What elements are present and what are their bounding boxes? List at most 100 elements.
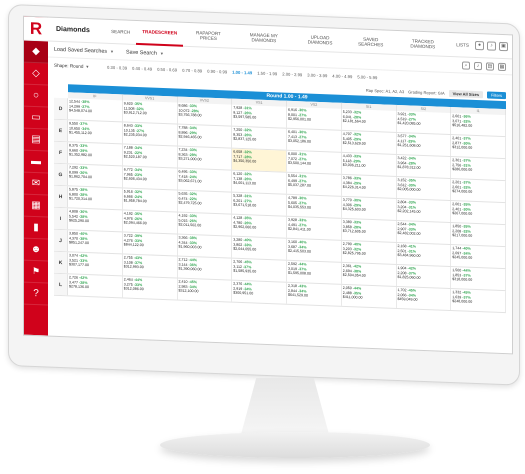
grid-cell[interactable]: 12,544 -38% 14,299 -27% $4,548,074.00 (68, 98, 123, 122)
user-icon[interactable]: ● (475, 40, 484, 51)
grid-cell[interactable]: 2,592 -44% 3,019 -37% $1,595,008.00 (287, 260, 342, 284)
shape-select[interactable]: Shape: Round ▼ (54, 62, 102, 69)
view-all-sizes-button[interactable]: View All Sizes (448, 89, 484, 98)
nav-lists[interactable]: LISTS (450, 32, 475, 57)
size-range[interactable]: 5.00 - 5.99 (357, 74, 377, 80)
size-range[interactable]: 0.50 - 0.69 (157, 66, 177, 72)
grid-cell[interactable]: 1,850 -35% 2,208 -32% $217,000.00 (451, 223, 506, 247)
diamond-icon[interactable]: ◆ (24, 40, 48, 64)
mail-icon[interactable]: ✉ (24, 172, 48, 196)
grid-cell[interactable]: 4,808 -36% 5,542 -28% $625,290.00 (68, 208, 123, 232)
grid-cell[interactable]: 9,620 -35% 11,508 -32% $3,912,712.00 (122, 100, 178, 124)
grid-cell[interactable]: 3,577 -34% 4,117 -29% $1,251,608.00 (396, 132, 452, 157)
grid-cell[interactable]: 2,318 -43% 2,844 -34% $641,529.00 (287, 282, 342, 306)
grid-cell[interactable]: 6,916 -30% 8,001 -27% $2,956,001.00 (287, 106, 342, 130)
grid-cell[interactable]: 1,904 -42% 2,208 -37% $1,825,060.00 (396, 264, 452, 289)
grid-cell[interactable]: 4,192 -33% 5,015 -26% $2,011,502.00 (177, 212, 233, 236)
nav-rapaport-prices[interactable]: RAPAPORT PRICES (183, 22, 234, 48)
grid-cell[interactable]: 2,001 -35% 2,401 -30% $267,000.00 (451, 201, 506, 225)
size-range[interactable]: 3.00 - 3.99 (307, 72, 327, 78)
grid-cell[interactable]: 2,706 -45% 3,112 -37% $1,585,935.00 (232, 258, 287, 282)
grid-cell[interactable]: 4,707 -32% 5,405 -29% $2,513,629.00 (341, 130, 397, 154)
grid-cell[interactable]: 2,361 -42% 2,694 -38% $2,504,054.00 (341, 262, 397, 286)
grid-cell[interactable]: 2,544 -34% 2,907 -33% $2,482,002.00 (396, 220, 452, 245)
grid-cell[interactable]: 3,850 -40% 4,370 -38% $851,247.00 (68, 230, 123, 254)
grid-cell[interactable]: 7,788 -34% 8,896 -29% $2,946,465.00 (177, 124, 233, 148)
nav-manage-my-diamonds[interactable]: MANAGE MY DIAMONDS (234, 24, 294, 50)
grid-cell[interactable]: 6,772 -34% 7,965 -23% $2,606,434.00 (122, 166, 178, 190)
book-icon[interactable]: ▮ (24, 216, 48, 240)
grid-cell[interactable]: 7,188 -34% 9,231 -22% $2,520,187.00 (122, 144, 178, 168)
calculator-icon[interactable]: ▦ (498, 62, 506, 71)
filters-button[interactable]: Filters (487, 90, 506, 99)
grid-cell[interactable]: 3,928 -33% 4,491 -27% $2,841,411.00 (287, 216, 342, 240)
grid-cell[interactable]: 7,250 -32% 8,353 -26% $2,837,125.00 (232, 126, 287, 150)
grid-cell[interactable]: 5,635 -32% 6,474 -22% $2,479,725.00 (177, 190, 233, 214)
grid-cell[interactable]: 2,726 -42% 3,477 -28% $278,136.00 (68, 274, 123, 298)
search-icon[interactable]: ⌕ (462, 60, 470, 70)
grid-cell[interactable]: 2,301 -37% 2,756 -31% $286,000.00 (451, 157, 506, 181)
size-range[interactable]: 0.40 - 0.49 (132, 65, 152, 71)
grid-cell[interactable]: 4,789 -30% 5,605 -27% $4,035,553.00 (287, 194, 342, 218)
truck-icon[interactable]: ▬ (24, 150, 48, 174)
grid-cell[interactable]: 3,074 -42% 3,521 -33% $307,177.00 (68, 252, 123, 276)
grid-cell[interactable]: 2,790 -40% 3,203 -32% $2,825,795.00 (341, 240, 397, 264)
app-logo[interactable]: R (24, 16, 48, 42)
size-range[interactable]: 2.00 - 2.99 (282, 71, 302, 77)
size-range[interactable]: 4.00 - 4.99 (332, 73, 352, 79)
grid-cell[interactable]: 2,755 -43% 3,108 -37% $312,993.00 (122, 254, 178, 278)
grid-cell[interactable]: 7,928 -31% 9,127 -26% $3,597,585.00 (232, 104, 287, 128)
nav-saved-searches[interactable]: SAVED SEARCHES (346, 28, 395, 54)
grid-cell[interactable]: 3,280 -40% 3,802 -33% $2,044,055.00 (232, 236, 287, 260)
document-icon[interactable]: ▭ (24, 106, 48, 130)
grid-cell[interactable]: 6,495 -33% 7,418 -24% $3,062,671.00 (177, 168, 233, 192)
grid-cell[interactable]: 9,550 -37% 10,650 -34% $1,455,112.00 (68, 120, 123, 144)
grid-cell[interactable]: 4,128 -35% 4,780 -26% $2,962,060.00 (232, 214, 287, 238)
grid-cell[interactable]: 5,916 -32% 6,666 -24% $1,958,784.00 (122, 188, 178, 212)
grid-cell[interactable]: 2,401 -37% 2,877 -30% $312,000.00 (451, 135, 506, 159)
grid-cell[interactable]: 3,722 -39% 4,276 -33% $844,122.00 (122, 232, 178, 256)
grid-cell[interactable]: 4,192 -35% 4,976 -26% $2,094,466.00 (122, 210, 178, 234)
grid-cell[interactable]: 2,050 -44% 2,488 -35% $411,000.00 (341, 284, 397, 308)
grid-cell[interactable]: 5,875 -38% 6,800 -28% $1,720,314.00 (68, 186, 123, 210)
chart-icon[interactable]: ▤ (24, 128, 48, 152)
grid-cell[interactable]: 2,712 -44% 3,144 -36% $1,390,060.00 (177, 256, 233, 280)
grid-cell[interactable]: 5,554 -31% 6,499 -27% $5,037,287.00 (287, 172, 342, 196)
grid-cell[interactable]: 2,410 -45% 2,983 -34% $312,100.00 (177, 278, 233, 302)
grid-cell[interactable]: 8,643 -33% 10,135 -27% $2,235,034.00 (122, 122, 178, 146)
bell-icon[interactable]: ♪ (474, 61, 482, 70)
gem-icon[interactable]: ◇ (24, 62, 48, 86)
grid-cell[interactable]: 5,328 -31% 6,201 -27% $3,671,518.00 (232, 192, 287, 216)
size-range[interactable]: 1.50 - 1.99 (257, 70, 277, 76)
grid-cell[interactable]: 5,233 -32% 6,041 -28% $2,181,564.00 (341, 108, 397, 132)
grid-cell[interactable]: 1,744 -40% 2,097 -34% $245,000.00 (451, 245, 506, 269)
grading-report-label[interactable]: Grading Report: GIA (408, 89, 444, 95)
grid-cell[interactable]: 6,658 -32% 7,717 -28% $4,350,350.00 (232, 148, 287, 172)
grid-cell[interactable]: 3,422 -34% 3,964 -28% $1,878,312.00 (396, 154, 452, 179)
help-icon[interactable]: ? (24, 282, 48, 306)
grid-cell[interactable]: 8,686 -33% 10,072 -28% $3,756,788.00 (177, 102, 233, 126)
grid-cell[interactable]: 6,120 -32% 7,138 -26% $4,001,113.00 (232, 170, 287, 194)
users-icon[interactable]: ☻ (24, 238, 48, 262)
grid-cell[interactable]: 3,380 -33% 3,858 -28% $3,712,605.00 (341, 218, 397, 242)
save-search-dropdown[interactable]: Save Search ▼ (126, 49, 164, 56)
grid-cell[interactable]: 2,804 -33% 3,204 -31% $2,202,145.00 (396, 198, 452, 223)
grid-cell[interactable]: 2,201 -37% 2,601 -32% $274,000.00 (451, 179, 506, 203)
size-range-active[interactable]: 1.00 - 1.49 (232, 69, 252, 75)
grid-cell[interactable]: 6,000 -31% 7,072 -27% $3,500,144.00 (287, 150, 342, 174)
grid-cell[interactable]: 4,433 -33% 5,118 -29% $3,006,211.00 (341, 152, 397, 176)
grid-cell[interactable]: 2,376 -44% 2,919 -34% $300,951.00 (232, 280, 287, 304)
grid-cell[interactable]: 2,601 -36% 3,071 -32% $516,482.00 (451, 113, 506, 137)
flag-icon[interactable]: ⚑ (24, 260, 48, 284)
grid-cell[interactable]: 3,921 -33% 4,519 -27% $1,420,085.00 (396, 110, 452, 135)
size-range[interactable]: 0.30 - 0.39 (107, 64, 127, 70)
grid-cell[interactable]: 3,786 -33% 4,384 -29% $4,226,314.00 (341, 174, 397, 198)
grid-cell[interactable]: 1,702 -45% 2,066 -34% $459,049.00 (396, 286, 452, 311)
grid-cell[interactable]: 8,375 -33% 9,660 -29% $1,352,982.00 (68, 142, 123, 166)
bell-icon[interactable]: ♪ (487, 41, 496, 51)
grid-cell[interactable]: 6,401 -30% 7,413 -27% $3,052,186.00 (287, 128, 342, 152)
nav-search[interactable]: SEARCH (105, 19, 136, 44)
grid-cell[interactable]: 2,168 -41% 2,501 -31% $3,484,960.00 (396, 242, 452, 267)
grid-cell[interactable]: 1,332 -45% 1,639 -37% $248,000.00 (451, 289, 506, 313)
load-saved-searches-dropdown[interactable]: Load Saved Searches ▼ (54, 46, 114, 54)
